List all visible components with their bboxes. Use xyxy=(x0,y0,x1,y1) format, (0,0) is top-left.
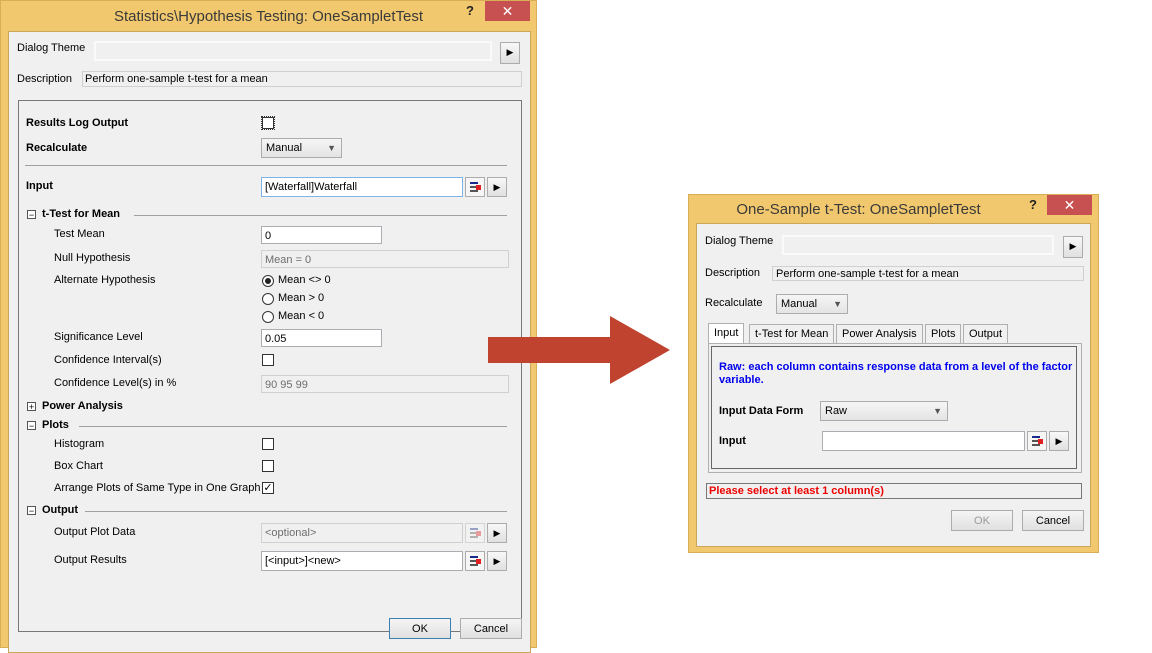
dialog-theme-field[interactable] xyxy=(782,235,1054,255)
plots-section-label: Plots xyxy=(42,419,69,431)
arrange-plots-checkbox[interactable]: ✓ xyxy=(262,482,274,494)
input-menu-button[interactable]: ▶ xyxy=(487,177,507,197)
tab-power[interactable]: Power Analysis xyxy=(836,324,923,343)
input-label: Input xyxy=(719,435,746,447)
results-log-checkbox[interactable] xyxy=(261,116,275,130)
recalculate-label: Recalculate xyxy=(26,142,88,154)
description-label: Description xyxy=(17,73,73,85)
recalculate-value: Manual xyxy=(266,142,303,154)
recalculate-select[interactable]: Manual ▼ xyxy=(776,294,848,314)
confidence-interval-checkbox[interactable] xyxy=(262,354,274,366)
dialog-theme-label: Dialog Theme xyxy=(17,42,86,54)
collapse-icon[interactable]: − xyxy=(27,210,36,220)
tab-bar: Input t-Test for Mean Power Analysis Plo… xyxy=(708,323,1088,344)
dialog-theme-menu-button[interactable]: ▶ xyxy=(1063,236,1083,258)
alt-radio-ne[interactable] xyxy=(262,275,274,287)
description-field: Perform one-sample t-test for a mean xyxy=(82,71,522,87)
alt-radio-lt[interactable] xyxy=(262,311,274,323)
confidence-level-label: Confidence Level(s) in % xyxy=(54,377,177,389)
confidence-level-field: 90 95 99 xyxy=(261,375,509,393)
left-client: Dialog Theme ▶ Description Perform one-s… xyxy=(8,31,531,653)
output-results-menu-button[interactable]: ▶ xyxy=(487,551,507,571)
test-mean-label: Test Mean xyxy=(54,228,105,240)
input-form-select[interactable]: Raw ▼ xyxy=(820,401,948,421)
close-button[interactable]: ✕ xyxy=(485,1,530,21)
divider xyxy=(79,426,507,427)
column-picker-icon[interactable] xyxy=(465,177,485,197)
column-picker-icon[interactable] xyxy=(465,551,485,571)
input-menu-button[interactable]: ▶ xyxy=(1049,431,1069,451)
chevron-down-icon: ▼ xyxy=(833,299,842,309)
error-message: Please select at least 1 column(s) xyxy=(706,483,1082,499)
column-picker-icon[interactable] xyxy=(1027,431,1047,451)
column-picker-icon xyxy=(465,523,485,543)
null-hypothesis-label: Null Hypothesis xyxy=(54,252,131,264)
collapse-icon[interactable]: − xyxy=(27,421,36,431)
chevron-down-icon: ▼ xyxy=(933,406,942,416)
arrow-icon xyxy=(488,316,670,384)
ok-button[interactable]: OK xyxy=(389,618,451,639)
output-plot-menu-button[interactable]: ▶ xyxy=(487,523,507,543)
significance-field[interactable]: 0.05 xyxy=(261,329,382,347)
significance-label: Significance Level xyxy=(54,331,143,343)
recalculate-value: Manual xyxy=(781,298,818,310)
description-field: Perform one-sample t-test for a mean xyxy=(772,266,1084,281)
help-button[interactable]: ? xyxy=(466,3,474,18)
arrange-plots-label: Arrange Plots of Same Type in One Graph xyxy=(54,482,261,494)
box-chart-label: Box Chart xyxy=(54,460,103,472)
recalculate-label: Recalculate xyxy=(705,297,763,309)
output-section-label: Output xyxy=(42,504,79,516)
divider xyxy=(25,165,507,166)
histogram-label: Histogram xyxy=(54,438,105,450)
histogram-checkbox[interactable] xyxy=(262,438,274,450)
cancel-button[interactable]: Cancel xyxy=(460,618,522,639)
right-client: Dialog Theme ▶ Description Perform one-s… xyxy=(696,223,1091,547)
test-mean-field[interactable]: 0 xyxy=(261,226,382,244)
tab-inner: Raw: each column contains response data … xyxy=(711,346,1077,469)
tab-output[interactable]: Output xyxy=(963,324,1009,343)
dialog-theme-label: Dialog Theme xyxy=(705,235,774,247)
dialog-theme-field[interactable] xyxy=(94,41,492,61)
divider xyxy=(134,215,507,216)
help-button[interactable]: ? xyxy=(1029,197,1037,212)
recalculate-select[interactable]: Manual ▼ xyxy=(261,138,342,158)
confidence-interval-label: Confidence Interval(s) xyxy=(54,354,162,366)
results-log-label: Results Log Output xyxy=(26,117,129,129)
alt-option-label: Mean < 0 xyxy=(278,310,325,322)
description-label: Description xyxy=(705,267,761,279)
close-button[interactable]: ✕ xyxy=(1047,195,1092,215)
alt-option-label: Mean > 0 xyxy=(278,292,325,304)
ok-button: OK xyxy=(951,510,1013,531)
tab-plots[interactable]: Plots xyxy=(925,324,962,343)
alternate-hypothesis-label: Alternate Hypothesis xyxy=(54,274,156,286)
info-text: Raw: each column contains response data … xyxy=(719,361,1073,386)
null-hypothesis-field: Mean = 0 xyxy=(261,250,509,268)
left-dialog: Statistics\Hypothesis Testing: OneSample… xyxy=(0,0,537,653)
output-results-field[interactable]: [<input>]<new> xyxy=(261,551,463,571)
alt-option-label: Mean <> 0 xyxy=(278,274,331,286)
collapse-icon[interactable]: − xyxy=(27,506,36,516)
divider xyxy=(85,511,507,512)
output-plot-label: Output Plot Data xyxy=(54,526,136,538)
input-label: Input xyxy=(26,180,53,192)
power-section-label: Power Analysis xyxy=(42,400,123,412)
tab-ttest[interactable]: t-Test for Mean xyxy=(749,324,835,343)
right-dialog: One-Sample t-Test: OneSampletTest ? ✕ Di… xyxy=(688,194,1099,553)
input-field[interactable]: [Waterfall]Waterfall xyxy=(261,177,463,197)
tab-panel: Raw: each column contains response data … xyxy=(708,343,1082,473)
input-field[interactable] xyxy=(822,431,1025,451)
alt-radio-gt[interactable] xyxy=(262,293,274,305)
tab-input[interactable]: Input xyxy=(708,323,745,344)
chevron-down-icon: ▼ xyxy=(327,143,336,153)
ttest-section-label: t-Test for Mean xyxy=(42,208,121,220)
box-chart-checkbox[interactable] xyxy=(262,460,274,472)
dialog-theme-menu-button[interactable]: ▶ xyxy=(500,42,520,64)
cancel-button[interactable]: Cancel xyxy=(1022,510,1084,531)
input-form-value: Raw xyxy=(825,405,848,417)
input-form-label: Input Data Form xyxy=(719,405,804,417)
expand-icon[interactable]: + xyxy=(27,402,36,412)
left-dialog-title: Statistics\Hypothesis Testing: OneSample… xyxy=(113,8,424,25)
output-plot-field: <optional> xyxy=(261,523,463,543)
output-results-label: Output Results xyxy=(54,554,127,566)
